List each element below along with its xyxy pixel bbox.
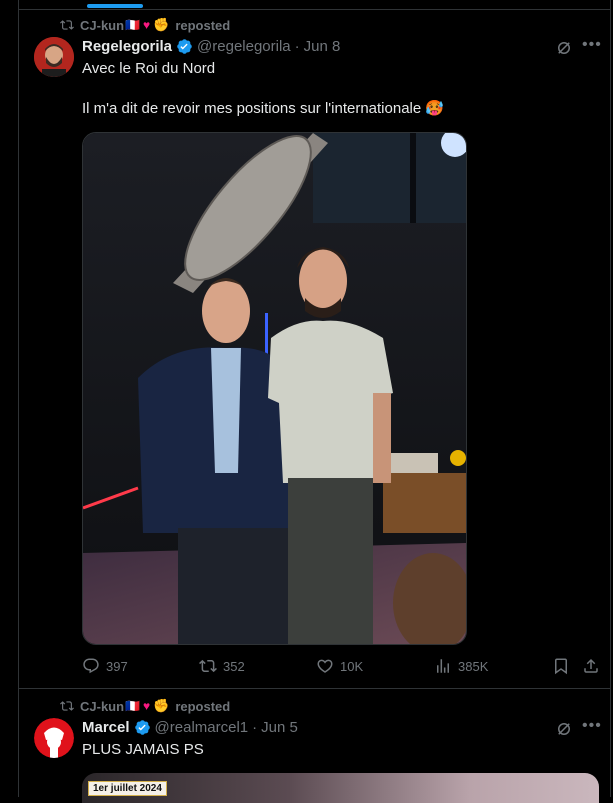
reply-button[interactable]: 397 [82, 657, 128, 675]
avatar[interactable] [34, 37, 74, 77]
verified-badge-icon [177, 39, 192, 54]
avatar-image [34, 718, 74, 758]
heart-emoji: ♥ [143, 699, 151, 713]
post-date[interactable]: Jun 8 [304, 38, 341, 55]
author-handle[interactable]: @realmarcel1 [155, 719, 249, 736]
author-name[interactable]: Marcel [82, 719, 130, 736]
reply-count: 397 [106, 658, 128, 674]
grok-icon[interactable] [555, 39, 573, 57]
post-actions: 397 352 10K 385K [82, 657, 602, 675]
author-name[interactable]: Regelegorila [82, 38, 172, 55]
active-tab-indicator [87, 4, 143, 8]
reply-icon [83, 658, 99, 674]
author-handle[interactable]: @regelegorila [197, 38, 291, 55]
flag-emoji: 🇫🇷 [125, 18, 141, 32]
repost-context[interactable]: CJ-kun 🇫🇷 ♥ ✊ reposted [60, 698, 230, 714]
image-caption: 1er juillet 2024 [88, 781, 167, 796]
divider [18, 9, 611, 10]
flag-emoji: 🇫🇷 [125, 699, 141, 713]
views-count: 385K [458, 658, 489, 674]
avatar[interactable] [34, 718, 74, 758]
heart-icon [317, 659, 333, 673]
post-text: PLUS JAMAIS PS [82, 741, 204, 758]
share-button[interactable] [582, 657, 600, 675]
hand-emoji: ✊ [153, 17, 170, 32]
timeline-left-border [18, 0, 19, 797]
more-icon[interactable]: ••• [582, 36, 602, 54]
repost-username[interactable]: CJ-kun [80, 699, 124, 714]
views-icon [437, 659, 449, 673]
repost-icon [60, 701, 74, 711]
post-header: Marcel @realmarcel1 · Jun 5 [82, 719, 298, 736]
more-icon[interactable]: ••• [582, 717, 602, 735]
repost-context[interactable]: CJ-kun 🇫🇷 ♥ ✊ reposted [60, 17, 230, 33]
repost-button[interactable]: 352 [199, 657, 245, 675]
repost-label: reposted [175, 17, 231, 33]
repost-icon [199, 659, 217, 673]
timeline-right-border [610, 0, 611, 797]
like-button[interactable]: 10K [316, 657, 363, 675]
repost-username[interactable]: CJ-kun [80, 18, 124, 33]
repost-icon [60, 20, 74, 30]
divider [18, 688, 611, 689]
photo [83, 133, 466, 644]
grok-icon[interactable] [555, 720, 573, 738]
post-image[interactable] [82, 132, 467, 645]
post-date[interactable]: Jun 5 [261, 719, 298, 736]
repost-count: 352 [223, 658, 245, 674]
post-text: Avec le Roi du Nord Il m'a dit de revoir… [82, 60, 445, 117]
hand-emoji: ✊ [153, 698, 170, 713]
separator-dot: · [294, 38, 300, 55]
bookmark-icon [555, 658, 567, 675]
post-image[interactable]: 1er juillet 2024 [82, 773, 599, 803]
share-icon [584, 658, 598, 673]
verified-badge-icon [134, 720, 150, 735]
like-count: 10K [340, 658, 364, 674]
post-header: Regelegorila @regelegorila · Jun 8 [82, 38, 340, 55]
views-button[interactable]: 385K [434, 657, 488, 675]
heart-emoji: ♥ [143, 18, 151, 32]
separator-dot: · [252, 719, 258, 736]
avatar-image [34, 37, 74, 77]
repost-label: reposted [175, 698, 231, 714]
bookmark-button[interactable] [552, 657, 570, 675]
